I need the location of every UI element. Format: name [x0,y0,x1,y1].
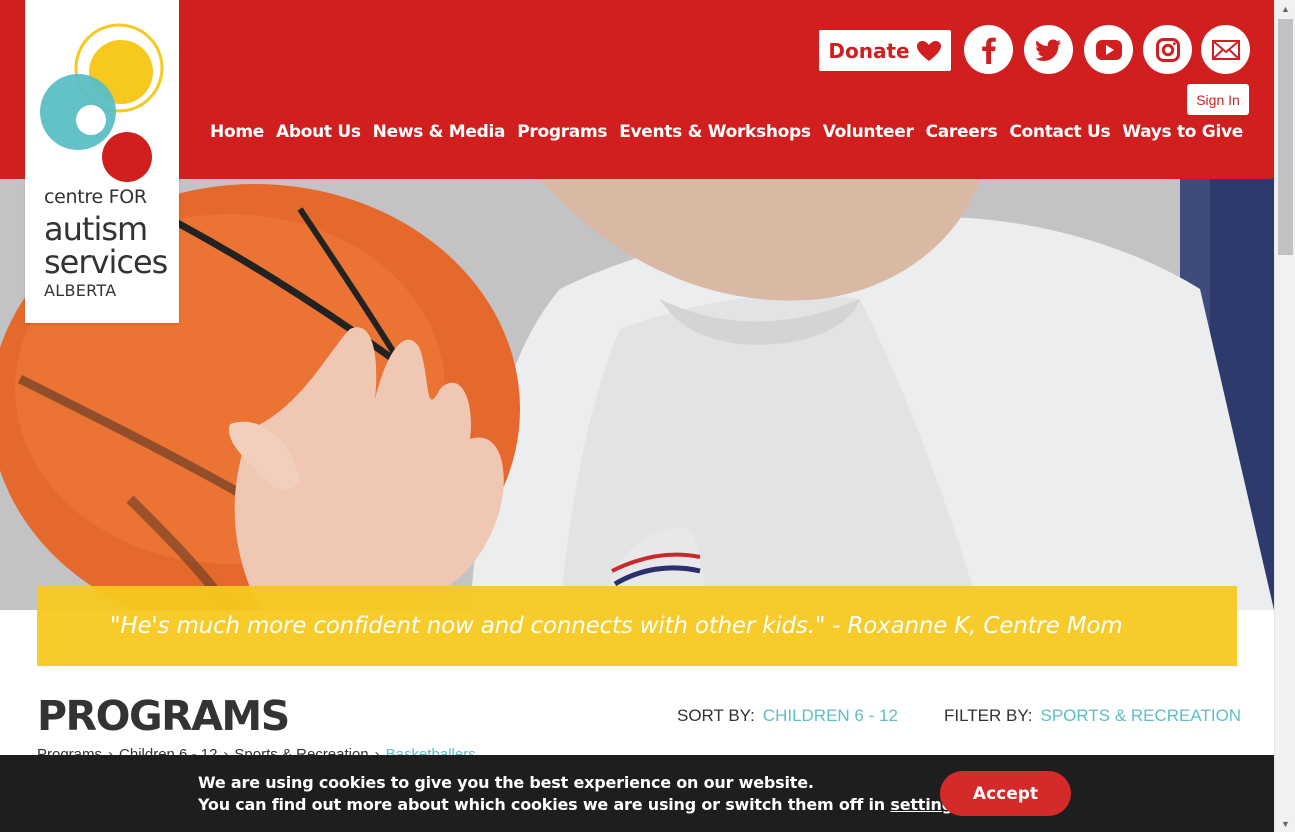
main-nav: Home About Us News & Media Programs Even… [204,122,1249,142]
nav-ways-to-give[interactable]: Ways to Give [1116,122,1249,142]
nav-news-media[interactable]: News & Media [367,122,512,142]
nav-home[interactable]: Home [204,122,270,142]
filter-label: FILTER BY: [944,706,1033,725]
cookie-line-1: We are using cookies to give you the bes… [198,773,814,792]
heart-icon [916,40,941,61]
donate-label: Donate [828,38,910,63]
sort-dropdown[interactable]: CHILDREN 6 - 12 [763,706,898,725]
facebook-icon[interactable] [964,25,1013,74]
logo-line-centre-for: centre FOR [44,186,147,208]
cookie-message: We are using cookies to give you the bes… [198,772,968,816]
cookie-banner: We are using cookies to give you the bes… [0,755,1274,832]
page: Donate Sign In Home About Us News & Medi… [0,0,1274,832]
testimonial-banner: "He's much more confident now and connec… [37,586,1237,666]
logo-line-alberta: ALBERTA [44,281,117,300]
nav-events-workshops[interactable]: Events & Workshops [613,122,817,142]
nav-programs[interactable]: Programs [511,122,613,142]
site-header: Donate Sign In Home About Us News & Medi… [0,0,1274,179]
site-logo[interactable]: centre FOR autism services ALBERTA [25,0,179,323]
scroll-up-arrow-icon[interactable]: ▲ [1275,0,1295,17]
scrollbar-thumb[interactable] [1278,19,1293,255]
cookie-line-2: You can find out more about which cookie… [198,794,968,816]
page-title: PROGRAMS [37,692,290,740]
basketball-photo [0,179,1274,610]
twitter-icon[interactable] [1024,25,1073,74]
nav-about-us[interactable]: About Us [270,122,367,142]
vertical-scrollbar[interactable]: ▲ ▼ [1274,0,1295,832]
testimonial-quote: "He's much more confident now and connec… [110,613,1123,639]
logo-line-autism: autism [44,210,148,248]
cookie-line-2-text: You can find out more about which cookie… [198,795,885,814]
email-icon[interactable] [1201,25,1250,74]
logo-circles-icon [40,23,164,182]
hero-image [0,179,1274,610]
filter-control: FILTER BY: SPORTS & RECREATION [944,706,1241,726]
donate-button[interactable]: Donate [819,30,951,71]
nav-volunteer[interactable]: Volunteer [817,122,920,142]
nav-careers[interactable]: Careers [920,122,1004,142]
filter-dropdown[interactable]: SPORTS & RECREATION [1041,706,1242,725]
logo-wordmark: centre FOR autism services ALBERTA [44,186,168,300]
sort-control: SORT BY: CHILDREN 6 - 12 [677,706,898,726]
sign-in-button[interactable]: Sign In [1187,84,1249,115]
nav-contact-us[interactable]: Contact Us [1003,122,1116,142]
accept-cookies-button[interactable]: Accept [940,771,1071,816]
sort-label: SORT BY: [677,706,755,725]
youtube-icon[interactable] [1084,25,1133,74]
instagram-icon[interactable] [1143,25,1192,74]
scroll-down-arrow-icon[interactable]: ▼ [1275,815,1295,832]
logo-line-services: services [44,243,168,281]
